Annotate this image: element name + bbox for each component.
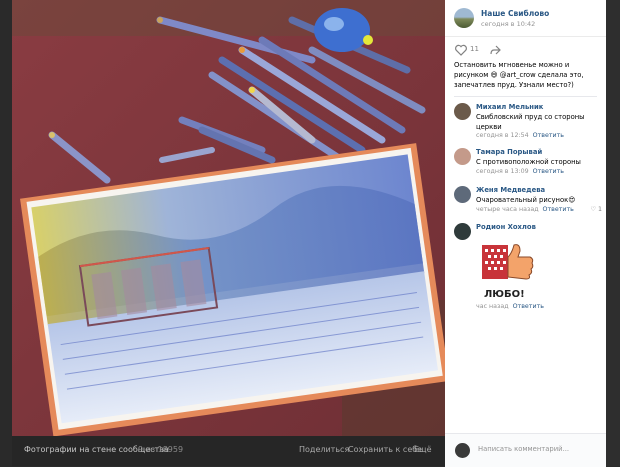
comment-item: Родион Хохлов ЛЮБО! час назад Ответить [454, 223, 604, 313]
share-icon[interactable] [488, 43, 502, 57]
comment-text: С противоположной стороны [476, 158, 581, 166]
avatar[interactable] [455, 443, 470, 458]
comment-meta: сегодня в 13:09 Ответить [476, 168, 564, 175]
comment-item: Женя Медведева Очаровательный рисунок😍 ч… [454, 186, 604, 214]
reply-link[interactable]: Ответить [533, 132, 564, 139]
avatar[interactable] [454, 103, 471, 120]
comment-meta: час назад Ответить [476, 303, 544, 310]
comment-author[interactable]: Родион Хохлов [476, 223, 536, 231]
comment-time[interactable]: четыре часа назад [476, 206, 539, 213]
sticker-text: ЛЮБО! [484, 289, 525, 300]
comment-text: Свибловский пруд со стороны церкви [476, 113, 585, 131]
group-name-link[interactable]: Наше Свиблово [481, 9, 549, 18]
post-actions: 11 [454, 43, 594, 57]
comment-meta: сегодня в 12:54 Ответить [476, 132, 564, 139]
comment-author[interactable]: Женя Медведева [476, 186, 545, 194]
reply-link[interactable]: Ответить [533, 168, 564, 175]
avatar[interactable] [454, 148, 471, 165]
viewer-close-area[interactable] [0, 0, 12, 466]
comment-item: Михаил Мельник Свибловский пруд со сторо… [454, 103, 604, 139]
comment-item: Тамара Порывай С противоположной стороны… [454, 148, 604, 176]
comment-like[interactable]: ♡ 1 [590, 206, 602, 213]
save-link[interactable]: Сохранить к себе [348, 445, 422, 454]
avatar[interactable] [454, 186, 471, 203]
comment-meta: четыре часа назад Ответить [476, 206, 574, 213]
photo-viewer: Фотографии на стене сообщества 9 из 1895… [0, 0, 620, 467]
avatar[interactable] [454, 223, 471, 240]
comment-time[interactable]: сегодня в 12:54 [476, 132, 529, 139]
comment-input[interactable]: Написать комментарий... [478, 445, 569, 453]
thumbs-up-sticker-icon: ЛЮБО! [482, 244, 534, 300]
scrollbar[interactable] [606, 0, 620, 466]
comment-author[interactable]: Михаил Мельник [476, 103, 543, 111]
comment-time[interactable]: сегодня в 13:09 [476, 168, 529, 175]
reply-link[interactable]: Ответить [513, 303, 544, 310]
post-photo[interactable] [12, 0, 445, 436]
sketch-photo-image [12, 0, 445, 436]
reply-link[interactable]: Ответить [543, 206, 574, 213]
divider [454, 96, 597, 97]
heart-icon[interactable] [454, 43, 468, 57]
group-avatar[interactable] [454, 8, 474, 28]
comment-like-count: 1 [597, 206, 602, 213]
comment-composer: Написать комментарий... [445, 433, 606, 467]
photo-footer: Фотографии на стене сообщества 9 из 1895… [12, 436, 445, 466]
photo-counter: 9 из 18959 [138, 445, 184, 454]
like-count: 11 [470, 45, 479, 53]
comment-time[interactable]: час назад [476, 303, 509, 310]
post-date[interactable]: сегодня в 10:42 [481, 20, 535, 28]
info-panel: Наше Свиблово сегодня в 10:42 11 Останов… [445, 0, 606, 467]
comment-author[interactable]: Тамара Порывай [476, 148, 542, 156]
comment-text: Очаровательный рисунок😍 [476, 196, 576, 204]
share-link[interactable]: Поделиться [299, 445, 349, 454]
post-text: Остановить мгновенье можно и рисунком 😄 … [454, 61, 584, 89]
post-header: Наше Свиблово сегодня в 10:42 [445, 0, 606, 37]
more-menu-link[interactable]: Ещё [414, 445, 432, 454]
